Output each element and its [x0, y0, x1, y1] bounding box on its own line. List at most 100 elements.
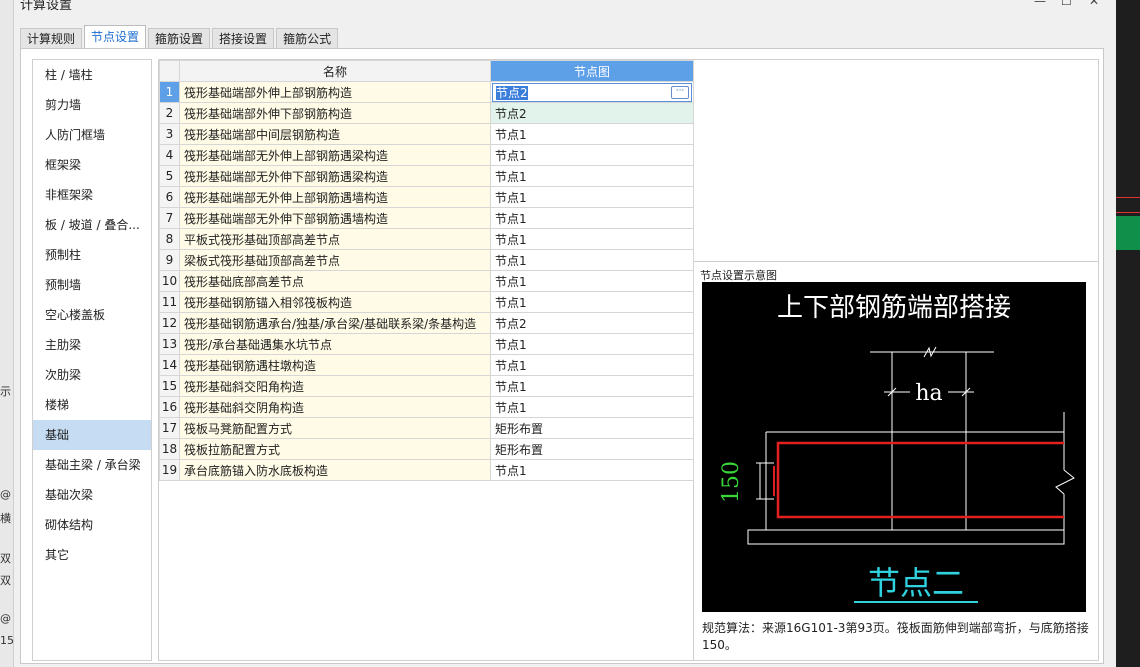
row-number[interactable]: 5: [159, 165, 180, 187]
row-number[interactable]: 2: [159, 102, 180, 124]
sidebar-item-foundation-main-beam[interactable]: 基础主梁 / 承台梁: [33, 450, 151, 480]
row-number[interactable]: 14: [159, 354, 180, 376]
table-row[interactable]: 1 筏形基础端部外伸上部钢筋构造 节点2 ···: [159, 81, 694, 103]
row-value[interactable]: 节点1: [490, 207, 694, 229]
row-name[interactable]: 筏形基础底部高差节点: [179, 270, 491, 292]
row-number[interactable]: 4: [159, 144, 180, 166]
row-value[interactable]: 节点1: [490, 375, 694, 397]
table-row[interactable]: 5 筏形基础端部无外伸下部钢筋遇梁构造 节点1: [159, 165, 694, 187]
sidebar-item-precast-wall[interactable]: 预制墙: [33, 270, 151, 300]
sidebar-item-secondary-rib-beam[interactable]: 次肋梁: [33, 360, 151, 390]
table-row[interactable]: 8 平板式筏形基础顶部高差节点 节点1: [159, 228, 694, 250]
row-value[interactable]: 矩形布置: [490, 417, 694, 439]
row-number[interactable]: 11: [159, 291, 180, 313]
row-number[interactable]: 9: [159, 249, 180, 271]
row-value[interactable]: 节点1: [490, 459, 694, 481]
table-row[interactable]: 6 筏形基础端部无外伸上部钢筋遇墙构造 节点1: [159, 186, 694, 208]
row-number[interactable]: 12: [159, 312, 180, 334]
row-number[interactable]: 1: [159, 81, 180, 103]
row-name[interactable]: 筏形基础斜交阳角构造: [179, 375, 491, 397]
table-row[interactable]: 12 筏形基础钢筋遇承台/独基/承台梁/基础联系梁/条基构造 节点2: [159, 312, 694, 334]
more-options-button[interactable]: ···: [671, 85, 689, 99]
sidebar-item-non-frame-beam[interactable]: 非框架梁: [33, 180, 151, 210]
node-value-editor[interactable]: 节点2 ···: [492, 82, 692, 102]
sidebar-item-civil-defense-door-wall[interactable]: 人防门框墙: [33, 120, 151, 150]
table-row[interactable]: 10 筏形基础底部高差节点 节点1: [159, 270, 694, 292]
table-row[interactable]: 11 筏形基础钢筋锚入相邻筏板构造 节点1: [159, 291, 694, 313]
sidebar-item-slab[interactable]: 板 / 坡道 / 叠合...: [33, 210, 151, 240]
row-value[interactable]: 节点2: [490, 102, 694, 124]
table-row[interactable]: 3 筏形基础端部中间层钢筋构造 节点1: [159, 123, 694, 145]
column-header-name[interactable]: 名称: [179, 60, 491, 82]
table-row[interactable]: 7 筏形基础端部无外伸下部钢筋遇墙构造 节点1: [159, 207, 694, 229]
row-name[interactable]: 筏形基础斜交阴角构造: [179, 396, 491, 418]
column-header-node-diagram[interactable]: 节点图: [490, 60, 694, 82]
row-number[interactable]: 10: [159, 270, 180, 292]
row-value[interactable]: 节点1: [490, 144, 694, 166]
table-row[interactable]: 17 筏板马凳筋配置方式 矩形布置: [159, 417, 694, 439]
row-value[interactable]: 节点1: [490, 291, 694, 313]
sidebar-item-stairs[interactable]: 楼梯: [33, 390, 151, 420]
sidebar-item-precast-column[interactable]: 预制柱: [33, 240, 151, 270]
row-name[interactable]: 筏形基础端部中间层钢筋构造: [179, 123, 491, 145]
table-row[interactable]: 9 梁板式筏形基础顶部高差节点 节点1: [159, 249, 694, 271]
minimize-button[interactable]: —: [1034, 0, 1046, 8]
row-value[interactable]: 节点1: [490, 249, 694, 271]
row-number[interactable]: 19: [159, 459, 180, 481]
table-row[interactable]: 15 筏形基础斜交阳角构造 节点1: [159, 375, 694, 397]
row-number[interactable]: 18: [159, 438, 180, 460]
row-name[interactable]: 筏形基础钢筋遇承台/独基/承台梁/基础联系梁/条基构造: [179, 312, 491, 334]
row-name[interactable]: 筏形/承台基础遇集水坑节点: [179, 333, 491, 355]
row-name[interactable]: 梁板式筏形基础顶部高差节点: [179, 249, 491, 271]
maximize-button[interactable]: ☐: [1061, 0, 1072, 8]
row-name[interactable]: 承台底筋锚入防水底板构造: [179, 459, 491, 481]
table-row[interactable]: 16 筏形基础斜交阴角构造 节点1: [159, 396, 694, 418]
table-row[interactable]: 14 筏形基础钢筋遇柱墩构造 节点1: [159, 354, 694, 376]
row-name[interactable]: 筏板马凳筋配置方式: [179, 417, 491, 439]
table-row[interactable]: 18 筏板拉筋配置方式 矩形布置: [159, 438, 694, 460]
tab-stirrup-formula[interactable]: 箍筋公式: [276, 28, 339, 49]
sidebar-item-foundation[interactable]: 基础: [33, 420, 151, 450]
row-number[interactable]: 8: [159, 228, 180, 250]
row-number[interactable]: 13: [159, 333, 180, 355]
row-name[interactable]: 筏形基础端部外伸上部钢筋构造: [179, 81, 491, 103]
row-name[interactable]: 筏形基础钢筋锚入相邻筏板构造: [179, 291, 491, 313]
row-value[interactable]: 节点1: [490, 165, 694, 187]
table-row[interactable]: 19 承台底筋锚入防水底板构造 节点1: [159, 459, 694, 481]
row-name[interactable]: 筏形基础端部外伸下部钢筋构造: [179, 102, 491, 124]
row-name[interactable]: 筏形基础端部无外伸下部钢筋遇梁构造: [179, 165, 491, 187]
row-value[interactable]: 节点1: [490, 354, 694, 376]
sidebar-item-hollow-slab[interactable]: 空心楼盖板: [33, 300, 151, 330]
sidebar-item-masonry[interactable]: 砌体结构: [33, 510, 151, 540]
row-value[interactable]: 节点1: [490, 228, 694, 250]
row-value[interactable]: 节点1: [490, 270, 694, 292]
row-number[interactable]: 7: [159, 207, 180, 229]
row-value-editing[interactable]: 节点2 ···: [490, 81, 694, 103]
row-number[interactable]: 16: [159, 396, 180, 418]
table-row[interactable]: 4 筏形基础端部无外伸上部钢筋遇梁构造 节点1: [159, 144, 694, 166]
row-number[interactable]: 3: [159, 123, 180, 145]
row-value[interactable]: 节点1: [490, 186, 694, 208]
row-number[interactable]: 6: [159, 186, 180, 208]
sidebar-item-shear-wall[interactable]: 剪力墙: [33, 90, 151, 120]
row-name[interactable]: 筏形基础端部无外伸上部钢筋遇墙构造: [179, 186, 491, 208]
node-value-input[interactable]: 节点2: [496, 85, 528, 100]
table-row[interactable]: 13 筏形/承台基础遇集水坑节点 节点1: [159, 333, 694, 355]
table-row[interactable]: 2 筏形基础端部外伸下部钢筋构造 节点2: [159, 102, 694, 124]
sidebar-item-column[interactable]: 柱 / 墙柱: [33, 60, 151, 90]
tab-calc-rules[interactable]: 计算规则: [20, 28, 83, 49]
row-name[interactable]: 筏形基础端部无外伸上部钢筋遇梁构造: [179, 144, 491, 166]
tab-node-settings[interactable]: 节点设置: [84, 25, 147, 49]
row-value[interactable]: 矩形布置: [490, 438, 694, 460]
row-name[interactable]: 筏板拉筋配置方式: [179, 438, 491, 460]
row-number[interactable]: 15: [159, 375, 180, 397]
sidebar-item-main-rib-beam[interactable]: 主肋梁: [33, 330, 151, 360]
row-number[interactable]: 17: [159, 417, 180, 439]
close-button[interactable]: ✕: [1089, 0, 1099, 8]
sidebar-item-foundation-secondary-beam[interactable]: 基础次梁: [33, 480, 151, 510]
tab-lap-settings[interactable]: 搭接设置: [212, 28, 275, 49]
row-value[interactable]: 节点2: [490, 312, 694, 334]
row-name[interactable]: 筏形基础端部无外伸下部钢筋遇墙构造: [179, 207, 491, 229]
tab-stirrup-settings[interactable]: 箍筋设置: [148, 28, 211, 49]
row-value[interactable]: 节点1: [490, 333, 694, 355]
